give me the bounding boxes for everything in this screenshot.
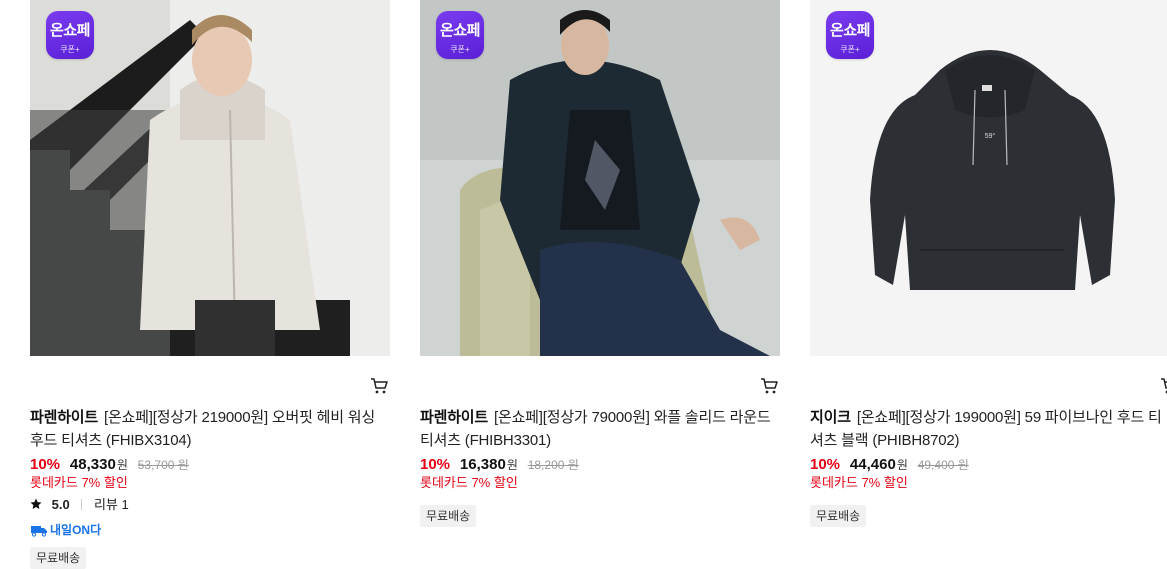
product-title[interactable]: 지이크 [온쇼페][정상가 199000원] 59 파이브나인 후드 티셔츠 블랙… <box>810 406 1166 452</box>
price-row: 10% 16,380원 18,200 원 <box>420 455 579 474</box>
truck-icon <box>31 526 47 537</box>
cart-icon[interactable] <box>760 377 778 395</box>
star-icon <box>30 498 42 509</box>
review-count: 리뷰 1 <box>93 497 129 512</box>
svg-text:59°: 59° <box>985 132 996 140</box>
coupon-badge: 온쇼페 쿠폰+ <box>436 11 484 59</box>
badge-subtitle: 쿠폰+ <box>450 45 470 54</box>
currency: 원 <box>116 458 128 472</box>
discount-rate: 10% <box>420 456 451 473</box>
free-shipping-tag: 무료배송 <box>420 505 477 527</box>
currency: 원 <box>506 458 518 472</box>
discount-rate: 10% <box>30 456 61 473</box>
original-price: 49,400 원 <box>917 458 969 472</box>
badge-title: 온쇼페 <box>440 22 480 39</box>
product-name: [온쇼페][정상가 199000원] 59 파이브나인 후드 티셔츠 블랙 (P… <box>810 409 1162 449</box>
price-row: 10% 48,330원 53,700 원 <box>30 455 189 474</box>
badge-subtitle: 쿠폰+ <box>60 45 80 54</box>
product-title[interactable]: 파렌하이트 [온쇼페][정상가 219000원] 오버핏 헤비 워싱 후드 티셔츠… <box>30 406 386 452</box>
product-card[interactable]: 온쇼페 쿠폰+ 파렌하이트 [온쇼페][정상가 219000원] 오버핏 헤비 워… <box>30 0 390 569</box>
product-image[interactable]: 온쇼페 쿠폰+ <box>420 0 780 356</box>
original-price: 18,200 원 <box>527 458 579 472</box>
card-promo: 롯데카드 7% 할인 <box>810 475 908 490</box>
tomorrow-label: 내일ON다 <box>50 523 102 537</box>
cart-icon[interactable] <box>1160 377 1167 395</box>
card-promo: 롯데카드 7% 할인 <box>30 475 128 490</box>
brand-name: 파렌하이트 <box>420 409 489 426</box>
free-shipping-tag: 무료배송 <box>810 505 867 527</box>
original-price: 53,700 원 <box>137 458 189 472</box>
sale-price: 16,380 <box>459 456 506 473</box>
product-image[interactable]: 온쇼페 쿠폰+ <box>30 0 390 356</box>
rating-score: 5.0 <box>51 497 70 512</box>
brand-name: 파렌하이트 <box>30 409 99 426</box>
coupon-badge: 온쇼페 쿠폰+ <box>826 11 874 59</box>
currency: 원 <box>896 458 908 472</box>
sale-price: 44,460 <box>849 456 896 473</box>
brand-name: 지이크 <box>810 409 851 426</box>
product-card[interactable]: 온쇼페 쿠폰+ 파렌하이트 [온쇼페][정상가 79000원] 와플 솔리드 라운… <box>420 0 780 527</box>
product-title[interactable]: 파렌하이트 [온쇼페][정상가 79000원] 와플 솔리드 라운드 티셔츠 (F… <box>420 406 776 452</box>
tomorrow-delivery-badge: 내일ON다 <box>30 521 101 538</box>
product-image[interactable]: 59° 온쇼페 쿠폰+ <box>810 0 1167 356</box>
card-promo: 롯데카드 7% 할인 <box>420 475 518 490</box>
cart-icon[interactable] <box>370 377 388 395</box>
rating-row: 5.0 리뷰 1 <box>30 496 129 514</box>
divider <box>81 499 83 510</box>
sale-price: 48,330 <box>69 456 116 473</box>
price-row: 10% 44,460원 49,400 원 <box>810 455 969 474</box>
product-card[interactable]: 59° 온쇼페 쿠폰+ 지이크 [온쇼페][정상가 199000원] 59 파이브… <box>810 0 1167 527</box>
badge-title: 온쇼페 <box>830 22 870 39</box>
free-shipping-tag: 무료배송 <box>30 547 87 569</box>
badge-title: 온쇼페 <box>50 22 90 39</box>
badge-subtitle: 쿠폰+ <box>840 45 860 54</box>
discount-rate: 10% <box>810 456 841 473</box>
coupon-badge: 온쇼페 쿠폰+ <box>46 11 94 59</box>
